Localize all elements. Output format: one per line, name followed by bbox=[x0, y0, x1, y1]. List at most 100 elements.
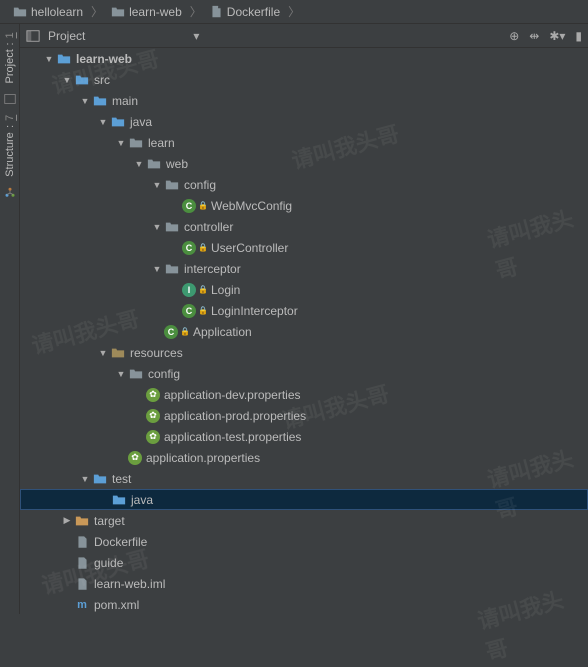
breadcrumb-separator: 〉 bbox=[288, 3, 300, 20]
expand-arrow[interactable]: ▼ bbox=[96, 348, 110, 358]
sidebar-tabs: Project : 1 Structure : 7 bbox=[0, 24, 20, 614]
lock-badge: 🔒 bbox=[198, 285, 208, 294]
dropdown-icon[interactable]: ▾ bbox=[193, 29, 199, 43]
breadcrumb: hellolearn 〉 learn-web 〉 Dockerfile 〉 bbox=[0, 0, 588, 24]
tree-label: config bbox=[148, 367, 180, 381]
interface-icon: I bbox=[182, 283, 196, 297]
collapse-icon[interactable]: ⇹ bbox=[529, 29, 539, 43]
expand-arrow[interactable]: ▼ bbox=[114, 138, 128, 148]
expand-arrow[interactable]: ▼ bbox=[150, 264, 164, 274]
breadcrumb-separator: 〉 bbox=[91, 3, 103, 20]
tree-row[interactable]: guide bbox=[20, 552, 588, 573]
tree-row[interactable]: ▼config bbox=[20, 174, 588, 195]
tree-label: java bbox=[131, 493, 153, 507]
expand-arrow[interactable]: ▼ bbox=[60, 75, 74, 85]
tree-row[interactable]: Dockerfile bbox=[20, 531, 588, 552]
lock-badge: 🔒 bbox=[198, 306, 208, 315]
tree-row[interactable]: ▶ target bbox=[20, 510, 588, 531]
project-tree[interactable]: ▼learn-web▼src▼main▼java▼learn▼web▼confi… bbox=[20, 48, 588, 614]
expand-arrow[interactable]: ▼ bbox=[78, 474, 92, 484]
expand-arrow[interactable]: ▼ bbox=[150, 180, 164, 190]
file-icon bbox=[74, 534, 90, 550]
breadcrumb-separator: 〉 bbox=[190, 3, 202, 20]
tree-label: application.properties bbox=[146, 451, 260, 465]
tree-row[interactable]: ▼ java bbox=[20, 111, 588, 132]
tree-row[interactable]: ▼learn bbox=[20, 132, 588, 153]
tree-label: Dockerfile bbox=[94, 535, 147, 549]
expand-arrow[interactable]: ▼ bbox=[42, 54, 56, 64]
tree-row[interactable]: ▼test bbox=[20, 468, 588, 489]
settings-icon[interactable]: ✱▾ bbox=[549, 29, 565, 43]
file-icon bbox=[74, 555, 90, 571]
tree-row[interactable]: ▼ resources bbox=[20, 342, 588, 363]
tree-row[interactable]: C🔒UserController bbox=[20, 237, 588, 258]
expand-arrow[interactable]: ▶ bbox=[60, 515, 74, 526]
tree-row[interactable]: ▼ learn-web bbox=[20, 48, 588, 69]
sidebar-tab-structure[interactable]: Structure : 7 bbox=[3, 111, 17, 181]
tree-label: pom.xml bbox=[94, 598, 139, 612]
project-tool-icon bbox=[26, 29, 40, 43]
project-mini-icon bbox=[4, 93, 16, 105]
expand-arrow[interactable]: ▼ bbox=[78, 96, 92, 106]
tree-label: web bbox=[166, 157, 188, 171]
tree-label: resources bbox=[130, 346, 183, 360]
tree-row[interactable]: mpom.xml bbox=[20, 594, 588, 614]
breadcrumb-label: hellolearn bbox=[31, 5, 83, 19]
folder-icon bbox=[146, 156, 162, 172]
sidebar-tab-project[interactable]: Project : 1 bbox=[3, 28, 17, 87]
expand-arrow[interactable]: ▼ bbox=[150, 222, 164, 232]
tree-label: learn-web bbox=[76, 52, 132, 66]
breadcrumb-item-project[interactable]: learn-web bbox=[104, 2, 189, 22]
tree-row[interactable]: java bbox=[20, 489, 588, 510]
tree-label: application-dev.properties bbox=[164, 388, 301, 402]
breadcrumb-item-file[interactable]: Dockerfile bbox=[203, 2, 287, 22]
properties-icon: ✿ bbox=[146, 409, 160, 423]
lock-badge: 🔒 bbox=[180, 327, 190, 336]
tree-row[interactable]: I🔒Login bbox=[20, 279, 588, 300]
target-icon[interactable]: ⊕ bbox=[509, 29, 519, 43]
tree-label: application-prod.properties bbox=[164, 409, 306, 423]
tree-row[interactable]: ✿application-dev.properties bbox=[20, 384, 588, 405]
tree-row[interactable]: ✿ application-prod.properties bbox=[20, 405, 588, 426]
tree-label: interceptor bbox=[184, 262, 241, 276]
hide-icon[interactable]: ▮ bbox=[575, 29, 582, 43]
tree-row[interactable]: ✿ application.properties bbox=[20, 447, 588, 468]
tree-row[interactable]: ▼src bbox=[20, 69, 588, 90]
tree-label: target bbox=[94, 514, 125, 528]
breadcrumb-label: Dockerfile bbox=[227, 5, 280, 19]
tree-row[interactable]: ▼ web bbox=[20, 153, 588, 174]
tree-label: controller bbox=[184, 220, 233, 234]
resources-folder-icon bbox=[110, 345, 126, 361]
lock-badge: 🔒 bbox=[198, 201, 208, 210]
toolbar-title[interactable]: Project bbox=[48, 29, 85, 43]
class-icon: C bbox=[164, 325, 178, 339]
expand-arrow[interactable]: ▼ bbox=[96, 117, 110, 127]
tree-label: learn-web.iml bbox=[94, 577, 165, 591]
tree-label: guide bbox=[94, 556, 123, 570]
tree-label: application-test.properties bbox=[164, 430, 301, 444]
breadcrumb-item-root[interactable]: hellolearn bbox=[6, 2, 90, 22]
expand-arrow[interactable]: ▼ bbox=[132, 159, 146, 169]
tree-row[interactable]: C🔒LoginInterceptor bbox=[20, 300, 588, 321]
tree-row[interactable]: ✿application-test.properties bbox=[20, 426, 588, 447]
folder-icon bbox=[164, 261, 180, 277]
folder-icon bbox=[128, 366, 144, 382]
tree-label: java bbox=[130, 115, 152, 129]
tree-row[interactable]: C🔒Application bbox=[20, 321, 588, 342]
tree-row[interactable]: C🔒WebMvcConfig bbox=[20, 195, 588, 216]
structure-mini-icon bbox=[4, 187, 16, 199]
expand-arrow[interactable]: ▼ bbox=[114, 369, 128, 379]
properties-icon: ✿ bbox=[128, 451, 142, 465]
tree-row[interactable]: ▼main bbox=[20, 90, 588, 111]
tree-label: WebMvcConfig bbox=[211, 199, 292, 213]
tree-row[interactable]: ▼ controller bbox=[20, 216, 588, 237]
tree-row[interactable]: learn-web.iml bbox=[20, 573, 588, 594]
file-icon bbox=[74, 576, 90, 592]
folder-icon bbox=[111, 5, 125, 19]
class-icon: C bbox=[182, 241, 196, 255]
class-icon: C bbox=[182, 304, 196, 318]
tree-label: Application bbox=[193, 325, 252, 339]
tree-row[interactable]: ▼ config bbox=[20, 363, 588, 384]
tree-row[interactable]: ▼ interceptor bbox=[20, 258, 588, 279]
source-folder-icon bbox=[111, 492, 127, 508]
